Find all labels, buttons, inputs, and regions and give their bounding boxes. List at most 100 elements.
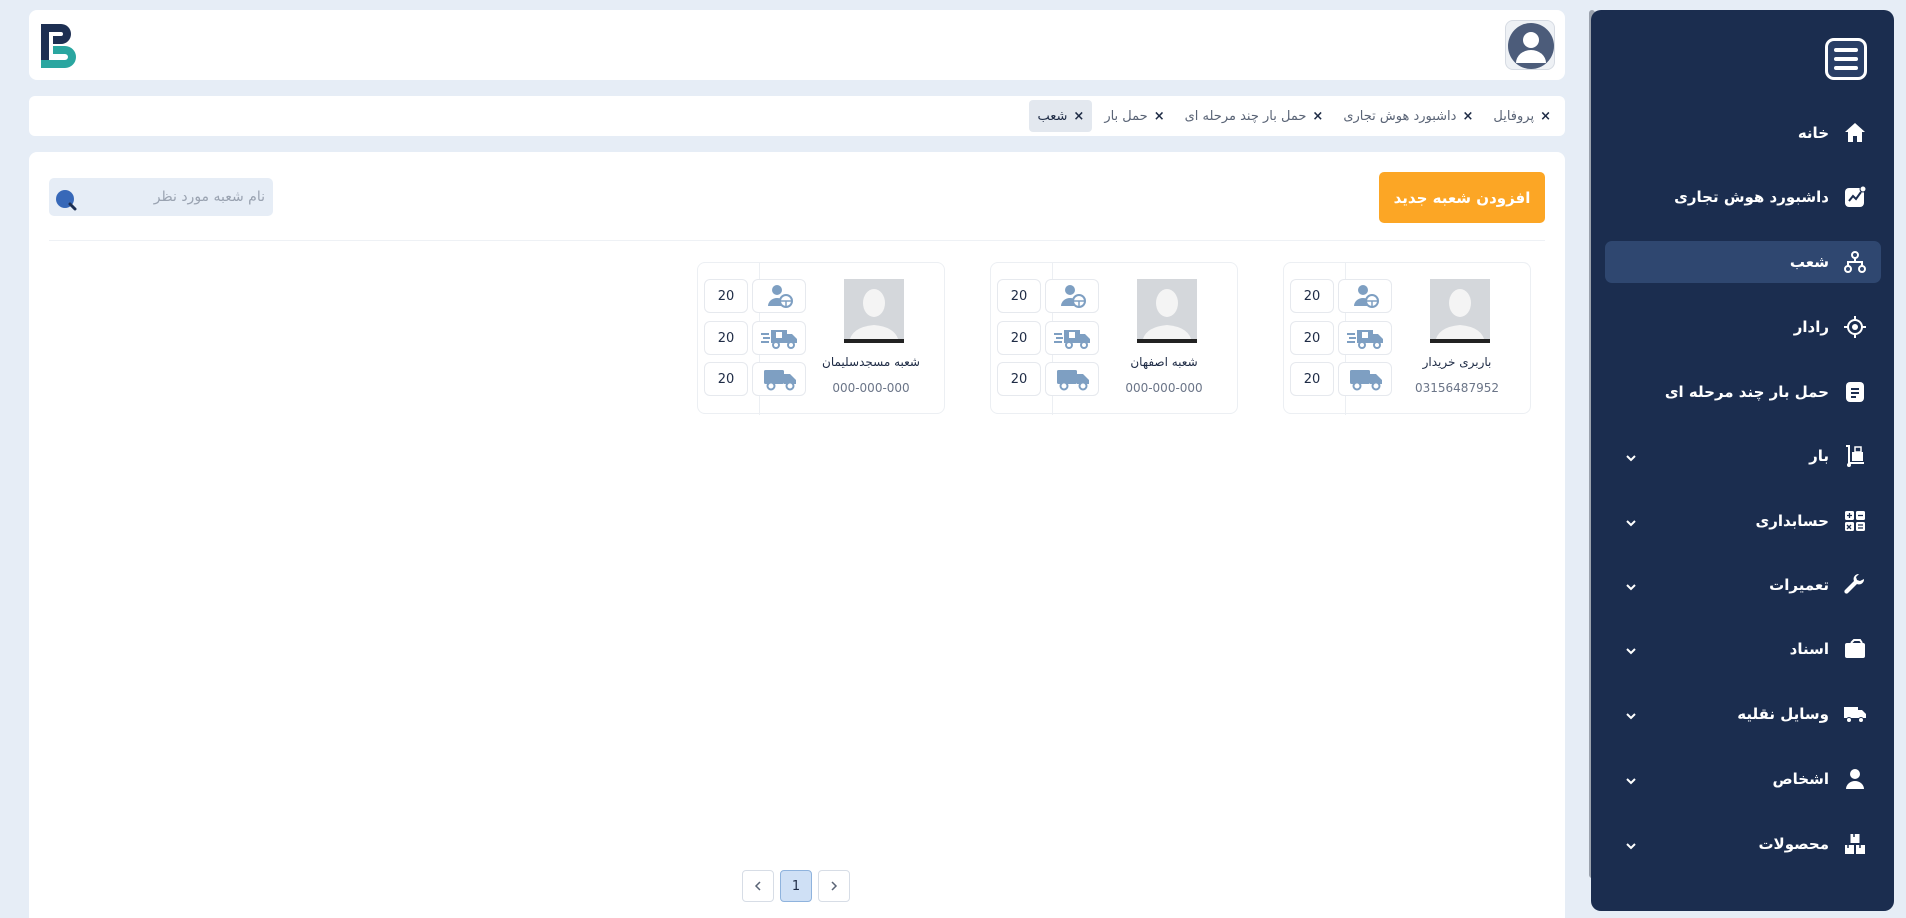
sidebar-item[interactable]: خانه [1605,112,1881,154]
chevron-down-icon[interactable] [1625,642,1637,655]
search-input[interactable] [79,178,265,216]
sidebar-item-label: محصولات [1758,835,1829,853]
branch-stat: 20 [704,362,808,396]
analytics-icon [1843,185,1867,209]
tab-item[interactable]: پروفایل × [1485,100,1559,132]
open-tabs-bar: شعب × حمل بار × حمل بار چند مرحله ای × داشبورد… [29,96,1565,136]
sidebar-item[interactable]: حمل بار چند مرحله ای [1605,371,1881,413]
tab-label: شعب [1037,108,1068,124]
tab-close-icon[interactable]: × [1154,109,1165,124]
sidebar-item[interactable]: وسایل نقلیه [1605,693,1881,735]
branches-panel: افزودن شعبه جدید باربری خریدار 0315648795… [29,152,1565,918]
branch-stat: 20 [704,279,808,313]
radar-icon [1843,315,1867,339]
sidebar-item[interactable]: شعب [1605,241,1881,283]
branch-name: شعبه اصفهان [1130,355,1198,369]
stat-count: 20 [704,362,748,396]
chevron-down-icon[interactable] [1625,837,1637,850]
branch-phone: 000-000-000 [832,381,910,395]
branch-stat: 20 [997,321,1101,355]
fast-delivery-icon[interactable] [752,321,806,355]
document-icon [1843,380,1867,404]
fast-delivery-icon[interactable] [1045,321,1099,355]
prev-page-button[interactable] [742,870,774,902]
folder-icon [1843,637,1867,661]
sidebar-item[interactable]: رادار [1605,306,1881,348]
stat-count: 20 [997,321,1041,355]
sidebar-item-label: اسناد [1789,640,1829,658]
calculator-icon [1843,509,1867,533]
cargo-icon [1843,444,1867,468]
page-1-button[interactable]: 1 [780,870,812,902]
branch-photo [1430,279,1490,343]
branch-name: شعبه مسجدسلیمان [822,355,920,369]
chevron-down-icon[interactable] [1625,772,1637,785]
divider [49,240,1545,241]
sidebar-item[interactable]: تعمیرات [1605,564,1881,606]
chevron-down-icon[interactable] [1625,514,1637,527]
fast-delivery-icon[interactable] [1338,321,1392,355]
branch-card[interactable]: شعبه مسجدسلیمان 000-000-000 20 20 20 [697,262,945,415]
driver-icon[interactable] [1045,279,1099,313]
branch-card[interactable]: باربری خریدار 03156487952 20 20 20 [1283,262,1531,415]
sidebar-item[interactable]: محصولات [1605,823,1881,865]
tab-close-icon[interactable]: × [1312,109,1323,124]
branch-photo [844,279,904,343]
tab-close-icon[interactable]: × [1073,109,1084,124]
tab-item[interactable]: حمل بار چند مرحله ای × [1177,100,1332,132]
brand-logo[interactable] [37,20,81,70]
sidebar-item-label: رادار [1793,318,1829,336]
sidebar: خانه داشبورد هوش تجاری شعب رادار حمل بار چند… [1591,10,1894,911]
stat-count: 20 [704,321,748,355]
tab-label: پروفایل [1493,108,1535,124]
wrench-icon [1843,573,1867,597]
sidebar-item-label: تعمیرات [1769,576,1829,594]
branch-stat: 20 [704,321,808,355]
tab-item[interactable]: حمل بار × [1096,100,1172,132]
branch-stat: 20 [997,362,1101,396]
home-icon [1843,121,1867,145]
search-icon[interactable] [55,189,77,211]
truck-stat-icon[interactable] [1338,362,1392,396]
next-page-button[interactable] [818,870,850,902]
branch-phone: 000-000-000 [1125,381,1203,395]
user-avatar[interactable] [1505,20,1555,70]
add-branch-button[interactable]: افزودن شعبه جدید [1379,172,1545,223]
branch-search [49,178,273,216]
sidebar-item[interactable]: داشبورد هوش تجاری [1605,176,1881,218]
stat-count: 20 [997,279,1041,313]
branch-card[interactable]: شعبه اصفهان 000-000-000 20 20 20 [990,262,1238,415]
driver-icon[interactable] [1338,279,1392,313]
driver-icon[interactable] [752,279,806,313]
menu-toggle-icon[interactable] [1825,38,1867,80]
truck-stat-icon[interactable] [1045,362,1099,396]
sidebar-item-label: شعب [1789,253,1829,271]
branch-photo [1137,279,1197,343]
sidebar-item[interactable]: بار [1605,435,1881,477]
chevron-down-icon[interactable] [1625,449,1637,462]
sidebar-item-label: خانه [1797,124,1829,142]
truck-stat-icon[interactable] [752,362,806,396]
tab-label: حمل بار [1104,108,1148,124]
sidebar-item[interactable]: اسناد [1605,628,1881,670]
stat-count: 20 [1290,279,1334,313]
sidebar-item-label: داشبورد هوش تجاری [1674,188,1829,206]
branch-stat: 20 [1290,321,1394,355]
tabs-list: شعب × حمل بار × حمل بار چند مرحله ای × داشبورد… [1029,100,1559,132]
tab-item[interactable]: شعب × [1029,100,1093,132]
products-icon [1843,832,1867,856]
tab-close-icon[interactable]: × [1462,109,1473,124]
chevron-down-icon[interactable] [1625,707,1637,720]
person-icon [1843,767,1867,791]
stat-count: 20 [997,362,1041,396]
sidebar-item[interactable]: اشخاص [1605,758,1881,800]
branch-stat: 20 [1290,362,1394,396]
branch-name: باربری خریدار [1422,355,1492,369]
tab-item[interactable]: داشبورد هوش تجاری × [1335,100,1481,132]
truck-icon [1843,702,1867,726]
tab-close-icon[interactable]: × [1540,109,1551,124]
sidebar-item[interactable]: حسابداری [1605,500,1881,542]
chevron-down-icon[interactable] [1625,578,1637,591]
branch-phone: 03156487952 [1415,381,1499,395]
tab-label: حمل بار چند مرحله ای [1184,108,1307,124]
